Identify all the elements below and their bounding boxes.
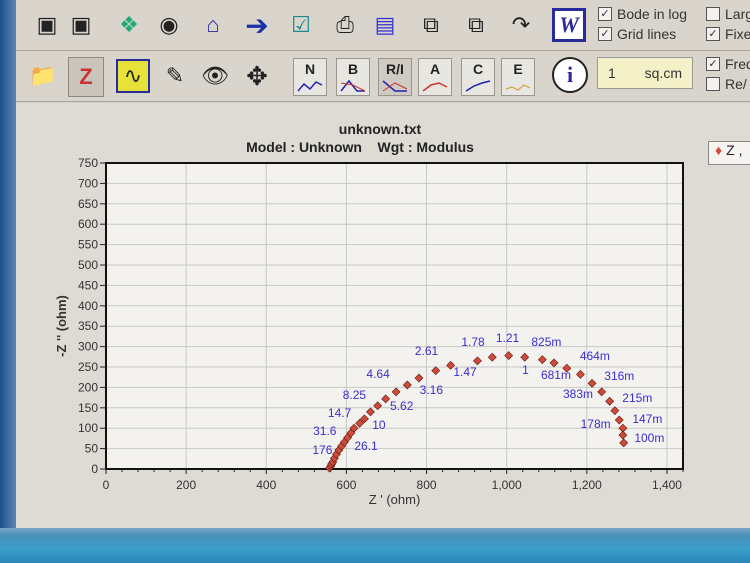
frequency-label: 14.7 [328, 406, 352, 420]
frequency-label: 3.16 [420, 383, 444, 397]
x-tick-label: 200 [176, 478, 196, 492]
frequency-label: 178m [581, 417, 611, 431]
frequency-label: 681m [541, 368, 571, 382]
y-tick-label: 150 [78, 401, 98, 415]
frequency-label: 4.64 [366, 367, 390, 381]
frequency-label: 1.47 [453, 365, 477, 379]
x-tick-label: 400 [256, 478, 276, 492]
frequency-label: 464m [580, 349, 610, 363]
y-tick-label: 450 [78, 278, 98, 292]
y-tick-label: 700 [78, 176, 98, 190]
y-tick-label: 650 [78, 197, 98, 211]
frequency-label: 2.61 [415, 344, 439, 358]
y-tick-label: 400 [78, 299, 98, 313]
x-tick-label: 0 [103, 478, 110, 492]
frequency-label: 26.1 [354, 439, 378, 453]
y-tick-label: 250 [78, 360, 98, 374]
y-tick-label: 600 [78, 217, 98, 231]
y-tick-label: 750 [78, 156, 98, 170]
y-tick-label: 100 [78, 421, 98, 435]
taskbar [0, 528, 750, 563]
frequency-label: 1.78 [461, 335, 485, 349]
y-tick-label: 200 [78, 380, 98, 394]
y-axis-label: -Z '' (ohm) [54, 295, 69, 357]
y-tick-label: 350 [78, 319, 98, 333]
x-axis-label: Z ' (ohm) [369, 492, 421, 507]
frequency-label: 316m [604, 369, 634, 383]
y-tick-label: 50 [85, 442, 99, 456]
y-tick-label: 550 [78, 238, 98, 252]
y-tick-label: 300 [78, 340, 98, 354]
frequency-label: 5.62 [390, 399, 414, 413]
frequency-label: 8.25 [343, 388, 367, 402]
y-tick-label: 0 [91, 462, 98, 476]
x-tick-label: 1,000 [492, 478, 522, 492]
frequency-label: 825m [531, 335, 561, 349]
frequency-label: 10 [372, 418, 386, 432]
frequency-label: 31.6 [313, 424, 337, 438]
frequency-label: 1 [522, 363, 529, 377]
x-tick-label: 1,400 [652, 478, 682, 492]
frequency-label: 147m [632, 412, 662, 426]
frequency-label: 100m [634, 431, 664, 445]
x-tick-label: 800 [417, 478, 437, 492]
frequency-label: 1.21 [496, 331, 520, 345]
x-tick-label: 1,200 [572, 478, 602, 492]
frequency-label: 215m [622, 391, 652, 405]
nyquist-chart: 0 200 400 600 800 1,000 1,200 1,400 0 50 100 150 200… [54, 156, 684, 507]
frequency-label: 383m [563, 387, 593, 401]
frequency-label: 176 [312, 443, 332, 457]
x-tick-label: 600 [336, 478, 356, 492]
y-tick-label: 500 [78, 258, 98, 272]
